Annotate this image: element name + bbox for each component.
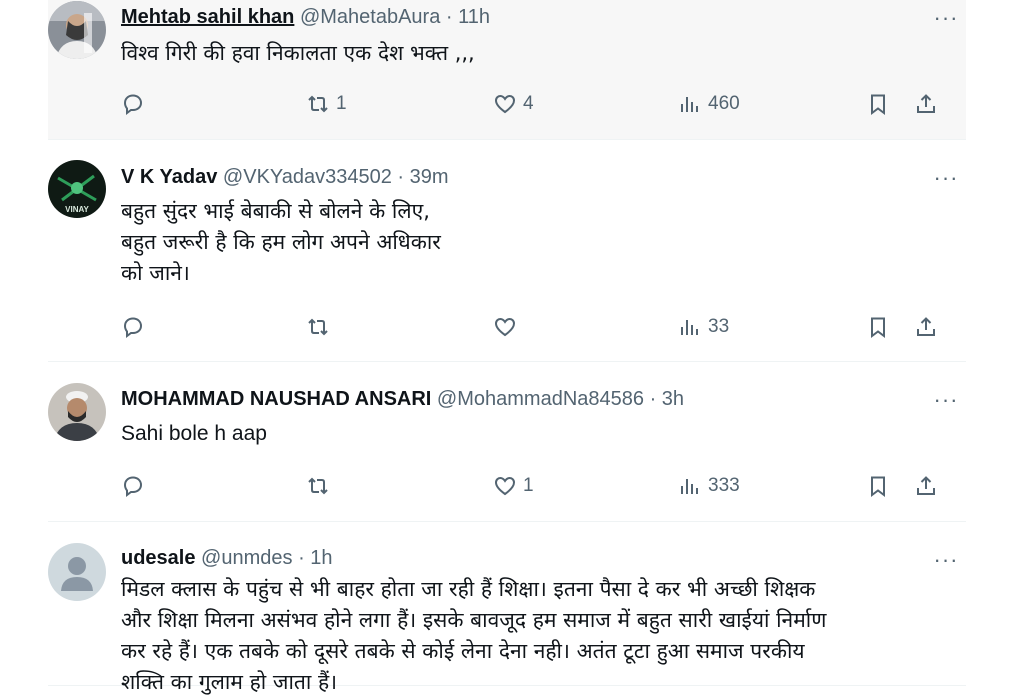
timestamp[interactable]: 11h xyxy=(458,6,490,28)
reply-button[interactable] xyxy=(121,90,151,118)
tweet-text: बहुत सुंदर भाई बेबाकी से बोलने के लिए, ब… xyxy=(121,199,441,285)
bookmark-icon xyxy=(871,317,885,338)
tweet-header: udesale @unmdes · 1h xyxy=(121,547,333,569)
retweet-button[interactable] xyxy=(306,313,336,341)
reply-button[interactable] xyxy=(121,313,151,341)
tweet-actions: 33 xyxy=(121,313,941,341)
like-button[interactable] xyxy=(493,313,523,341)
timestamp[interactable]: 3h xyxy=(662,388,684,410)
user-avatar[interactable]: VINAY xyxy=(48,160,106,218)
tweet-actions: 1 4 460 xyxy=(121,90,941,118)
like-button[interactable]: 4 xyxy=(493,90,534,118)
bar-chart-icon xyxy=(681,320,698,335)
reply-icon xyxy=(123,317,143,338)
share-icon xyxy=(917,476,935,495)
author-name[interactable]: udesale xyxy=(121,547,195,569)
more-options-button[interactable]: ··· xyxy=(926,167,966,194)
bar-chart-icon xyxy=(681,479,698,494)
retweet-button[interactable] xyxy=(306,472,336,500)
retweet-count: 1 xyxy=(336,93,347,114)
tweet-text: Sahi bole h aap xyxy=(121,422,267,445)
tweet-text: विश्व गिरी की हवा निकालता एक देश भक्त ,,… xyxy=(121,41,475,65)
timestamp[interactable]: 1h xyxy=(310,547,332,569)
author-name[interactable]: Mehtab sahil khan xyxy=(121,6,294,28)
tweet[interactable]: Mehtab sahil khan @MahetabAura · 11h ···… xyxy=(48,0,966,140)
reply-icon xyxy=(123,94,143,115)
bookmark-button[interactable] xyxy=(866,472,890,500)
view-count: 333 xyxy=(708,475,740,496)
author-handle[interactable]: @MahetabAura xyxy=(300,6,440,28)
author-handle[interactable]: @MohammadNa84586 xyxy=(437,388,644,410)
views-button[interactable]: 460 xyxy=(678,90,740,118)
reply-icon xyxy=(123,476,143,497)
bar-chart-icon xyxy=(681,97,698,112)
tweet-header: V K Yadav @VKYadav334502 · 39m xyxy=(121,166,449,188)
retweet-icon xyxy=(308,477,328,495)
bookmark-button[interactable] xyxy=(866,90,890,118)
author-handle[interactable]: @VKYadav334502 xyxy=(223,166,392,188)
bookmark-icon xyxy=(871,476,885,497)
author-name[interactable]: MOHAMMAD NAUSHAD ANSARI xyxy=(121,388,431,410)
reply-feed: Mehtab sahil khan @MahetabAura · 11h ···… xyxy=(48,0,966,694)
user-avatar[interactable] xyxy=(48,1,106,59)
bookmark-icon xyxy=(871,94,885,115)
retweet-icon xyxy=(308,95,328,113)
heart-icon xyxy=(494,94,516,114)
like-count: 4 xyxy=(523,93,534,114)
like-button[interactable]: 1 xyxy=(493,472,534,500)
avatar-label: VINAY xyxy=(65,205,89,214)
bookmark-button[interactable] xyxy=(866,313,890,341)
share-icon xyxy=(917,94,935,113)
author-name[interactable]: V K Yadav xyxy=(121,166,217,188)
share-button[interactable] xyxy=(914,472,938,500)
user-avatar[interactable] xyxy=(48,383,106,441)
share-button[interactable] xyxy=(914,313,938,341)
heart-icon xyxy=(494,476,516,496)
default-profile-avatar[interactable] xyxy=(48,543,106,601)
retweet-button[interactable]: 1 xyxy=(306,90,347,118)
tweet-header: Mehtab sahil khan @MahetabAura · 11h xyxy=(121,6,490,28)
tweet-actions: 1 333 xyxy=(121,472,941,500)
tweet[interactable]: MOHAMMAD NAUSHAD ANSARI @MohammadNa84586… xyxy=(48,362,966,522)
reply-button[interactable] xyxy=(121,472,151,500)
tweet[interactable]: VINAY V K Yadav @VKYadav334502 · 39m ···… xyxy=(48,140,966,362)
author-handle[interactable]: @unmdes xyxy=(201,547,292,569)
more-options-button[interactable]: ··· xyxy=(926,389,966,416)
views-button[interactable]: 33 xyxy=(678,313,729,341)
timestamp[interactable]: 39m xyxy=(410,166,449,188)
share-button[interactable] xyxy=(914,90,938,118)
retweet-icon xyxy=(308,318,328,336)
tweet[interactable]: udesale @unmdes · 1h ··· मिडल क्लास के प… xyxy=(48,522,966,694)
view-count: 33 xyxy=(708,316,730,337)
views-button[interactable]: 333 xyxy=(678,472,740,500)
tweet-text: मिडल क्लास के पहुंच से भी बाहर होता जा र… xyxy=(121,577,827,694)
heart-icon xyxy=(494,317,516,337)
share-icon xyxy=(917,317,935,336)
view-count: 460 xyxy=(708,93,740,114)
more-options-button[interactable]: ··· xyxy=(926,7,966,34)
more-options-button[interactable]: ··· xyxy=(926,549,966,576)
tweet-header: MOHAMMAD NAUSHAD ANSARI @MohammadNa84586… xyxy=(121,388,685,410)
like-count: 1 xyxy=(523,475,534,496)
